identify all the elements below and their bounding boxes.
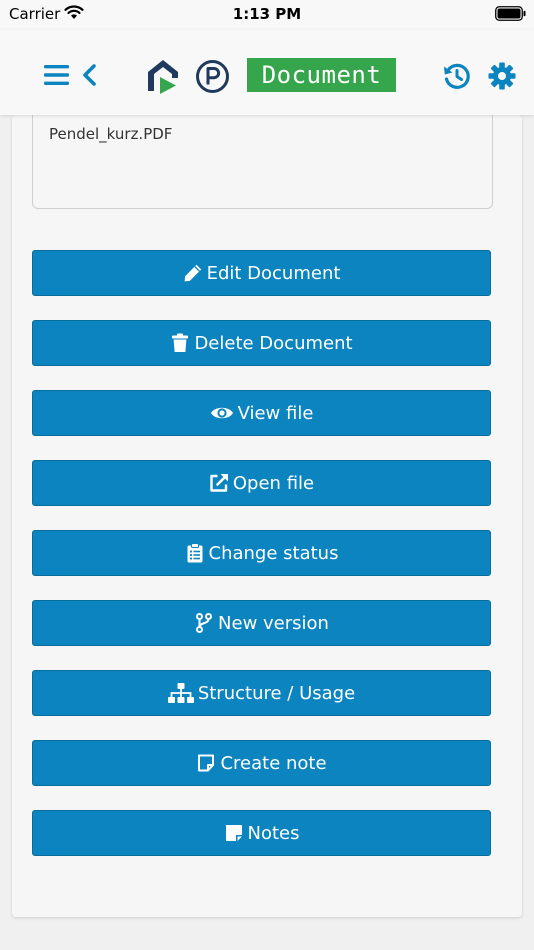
change-status-button[interactable]: Change status xyxy=(32,530,491,576)
structure-usage-button[interactable]: Structure / Usage xyxy=(32,670,491,716)
create-note-button[interactable]: Create note xyxy=(32,740,491,786)
view-file-button[interactable]: View file xyxy=(32,390,491,436)
new-version-button[interactable]: New version xyxy=(32,600,491,646)
parking-circle-icon xyxy=(196,60,229,93)
view-file-label: View file xyxy=(237,402,314,424)
sticky-note-outline-icon xyxy=(196,753,216,773)
eye-icon xyxy=(210,403,234,423)
battery-icon xyxy=(495,6,526,21)
document-card: Pendel_kurz.PDF Edit Document Delete Doc… xyxy=(12,111,522,917)
new-version-label: New version xyxy=(218,612,329,634)
history-icon[interactable] xyxy=(443,62,471,90)
back-chevron-icon[interactable] xyxy=(82,64,98,86)
status-bar: Carrier 1:13 PM xyxy=(0,0,534,30)
edit-document-label: Edit Document xyxy=(206,262,341,284)
file-name: Pendel_kurz.PDF xyxy=(49,125,173,143)
external-link-icon xyxy=(209,473,229,493)
hamburger-menu-icon[interactable] xyxy=(44,64,69,86)
structure-usage-label: Structure / Usage xyxy=(197,682,356,704)
clipboard-list-icon xyxy=(185,543,205,563)
app-logo-icon xyxy=(148,60,178,94)
delete-document-label: Delete Document xyxy=(194,332,353,354)
gear-icon[interactable] xyxy=(488,62,516,90)
pencil-icon xyxy=(183,263,203,283)
change-status-label: Change status xyxy=(208,542,339,564)
edit-document-button[interactable]: Edit Document xyxy=(32,250,491,296)
code-branch-icon xyxy=(194,613,214,633)
status-time: 1:13 PM xyxy=(232,5,302,23)
sticky-note-icon xyxy=(224,823,244,843)
notes-button[interactable]: Notes xyxy=(32,810,491,856)
open-file-label: Open file xyxy=(232,472,315,494)
file-info-box: Pendel_kurz.PDF xyxy=(32,111,493,209)
notes-label: Notes xyxy=(247,822,300,844)
sitemap-icon xyxy=(167,683,194,703)
open-file-button[interactable]: Open file xyxy=(32,460,491,506)
delete-document-button[interactable]: Delete Document xyxy=(32,320,491,366)
app-header: Document xyxy=(0,30,534,115)
page-title: Document xyxy=(247,58,396,92)
trash-icon xyxy=(170,333,190,353)
create-note-label: Create note xyxy=(220,752,327,774)
